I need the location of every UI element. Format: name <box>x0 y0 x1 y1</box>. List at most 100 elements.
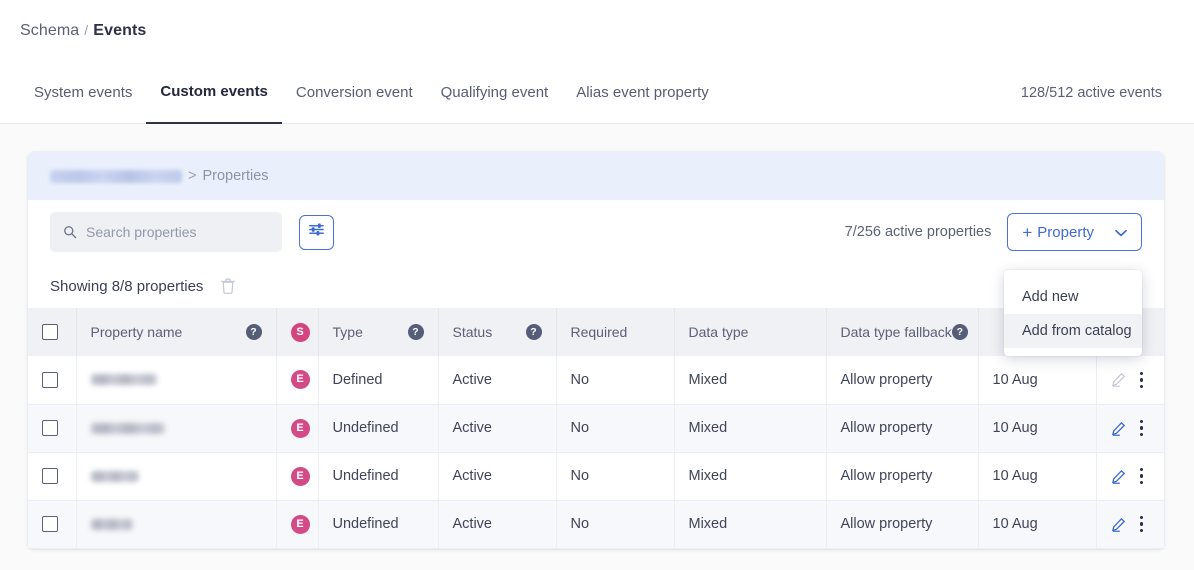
breadcrumb-separator: / <box>84 22 89 38</box>
tab-system-events[interactable]: System events <box>20 62 146 124</box>
scope-badge-e: E <box>290 418 310 438</box>
row-actions <box>1096 500 1164 549</box>
showing-count-label: Showing 8/8 properties <box>50 277 204 295</box>
table-row[interactable]: E Undefined Active No Mixed Allow proper… <box>28 452 1164 501</box>
header-required-label: Required <box>570 324 628 340</box>
row-status: Active <box>438 356 557 405</box>
card-breadcrumb-section: Properties <box>202 168 269 184</box>
tab-alias-event-property[interactable]: Alias event property <box>562 62 723 124</box>
property-name-redacted <box>90 422 165 434</box>
table-row[interactable]: E Undefined Active No Mixed Allow proper… <box>28 404 1164 453</box>
breadcrumb: Schema / Events <box>20 22 1194 40</box>
edit-pencil-icon[interactable] <box>1111 517 1126 532</box>
scope-badge-e: E <box>290 466 310 486</box>
row-status: Active <box>438 452 557 501</box>
scope-badge-s: S <box>290 322 310 342</box>
row-type: Undefined <box>318 452 439 501</box>
tab-conversion-event[interactable]: Conversion event <box>282 62 427 124</box>
tab-custom-events[interactable]: Custom events <box>146 62 282 124</box>
row-data-type: Mixed <box>674 500 827 549</box>
row-data-type-fallback: Allow property <box>826 500 979 549</box>
row-checkbox[interactable] <box>42 420 58 436</box>
dropdown-item-add-from-catalog[interactable]: Add from catalog <box>1004 314 1142 348</box>
row-required: No <box>556 404 675 453</box>
breadcrumb-root[interactable]: Schema <box>20 22 79 39</box>
add-property-dropdown: Add new Add from catalog <box>1004 270 1142 356</box>
properties-table: Property name ? S Type ? Status ? Requir… <box>28 308 1164 549</box>
filter-button[interactable] <box>299 214 334 250</box>
row-checkbox-cell <box>28 404 77 453</box>
row-property-name <box>76 356 277 405</box>
card-breadcrumb-arrow: > <box>188 168 197 184</box>
table-row[interactable]: E Undefined Active No Mixed Allow proper… <box>28 500 1164 549</box>
header-status[interactable]: Status ? <box>438 308 557 356</box>
row-scope-badge-cell: E <box>276 404 319 453</box>
row-checkbox[interactable] <box>42 371 58 388</box>
row-checkbox[interactable] <box>42 516 58 532</box>
header-required[interactable]: Required <box>556 308 675 356</box>
add-property-wrap: + Property Add new Add from catalog <box>1004 213 1142 356</box>
help-icon-property-name[interactable]: ? <box>245 324 262 340</box>
row-property-name <box>76 500 277 549</box>
help-icon-data-type-fallback[interactable]: ? <box>951 324 968 340</box>
active-properties-counter: 7/256 active properties <box>844 224 992 240</box>
header-data-type-fallback[interactable]: Data type fallback ? <box>826 308 979 356</box>
active-events-counter: 128/512 active events <box>1020 84 1162 101</box>
row-data-type: Mixed <box>674 452 827 501</box>
row-scope-badge-cell: E <box>276 452 319 501</box>
row-checkbox[interactable] <box>42 468 58 484</box>
header-data-type[interactable]: Data type <box>674 308 827 356</box>
search-input[interactable] <box>86 224 266 240</box>
row-more-menu-icon[interactable] <box>1139 419 1144 437</box>
row-checkbox-cell <box>28 500 77 549</box>
row-type: Undefined <box>318 500 439 549</box>
property-name-redacted <box>90 470 139 482</box>
help-icon-type[interactable]: ? <box>407 324 424 340</box>
header-status-label: Status <box>452 324 493 340</box>
plus-icon: + <box>1022 222 1033 242</box>
properties-card: > Properties Search properties 7/256 act… <box>28 152 1164 549</box>
row-checkbox-cell <box>28 452 77 501</box>
edit-pencil-icon[interactable] <box>1111 469 1126 484</box>
dropdown-item-add-new[interactable]: Add new <box>1004 280 1142 314</box>
search-box[interactable] <box>50 212 282 252</box>
row-checkbox-cell <box>28 356 77 405</box>
properties-toolbar: 7/256 active properties + Property Add n… <box>28 200 1164 356</box>
row-status: Active <box>438 500 557 549</box>
row-more-menu-icon[interactable] <box>1139 515 1144 533</box>
tab-qualifying-event[interactable]: Qualifying event <box>427 62 563 124</box>
select-all-checkbox[interactable] <box>42 324 58 340</box>
row-more-menu-icon[interactable] <box>1139 467 1144 485</box>
row-data-type-fallback: Allow property <box>826 356 979 405</box>
add-property-button[interactable]: + Property <box>1007 213 1142 251</box>
sliders-icon <box>308 221 325 243</box>
table-header: Property name ? S Type ? Status ? Requir… <box>28 308 1164 356</box>
card-breadcrumb: > Properties <box>28 152 1164 200</box>
row-required: No <box>556 356 675 405</box>
chevron-down-icon <box>1115 224 1127 241</box>
content-area: > Properties Search properties 7/256 act… <box>0 124 1194 570</box>
row-required: No <box>556 452 675 501</box>
edit-pencil-icon[interactable] <box>1111 372 1126 388</box>
row-date: 10 Aug <box>978 452 1097 501</box>
property-name-redacted <box>90 374 157 386</box>
header-type-label: Type <box>332 324 363 340</box>
help-icon-status[interactable]: ? <box>525 324 542 340</box>
scope-badge-e: E <box>290 514 310 534</box>
trash-icon[interactable] <box>221 278 236 294</box>
row-data-type-fallback: Allow property <box>826 452 979 501</box>
row-more-menu-icon[interactable] <box>1139 371 1144 388</box>
row-data-type: Mixed <box>674 404 827 453</box>
row-actions <box>1096 404 1164 453</box>
table-row[interactable]: E Defined Active No Mixed Allow property… <box>28 356 1164 405</box>
table-body: E Defined Active No Mixed Allow property… <box>28 356 1164 549</box>
header-property-name[interactable]: Property name ? <box>76 308 277 356</box>
edit-pencil-icon[interactable] <box>1111 421 1126 436</box>
header-type[interactable]: Type ? <box>318 308 439 356</box>
scope-badge-e: E <box>290 370 310 390</box>
row-status: Active <box>438 404 557 453</box>
add-property-label: Property <box>1037 223 1094 241</box>
event-name-redacted[interactable] <box>50 169 182 183</box>
tab-bar: System events Custom events Conversion e… <box>0 62 1194 124</box>
property-name-redacted <box>90 518 133 530</box>
